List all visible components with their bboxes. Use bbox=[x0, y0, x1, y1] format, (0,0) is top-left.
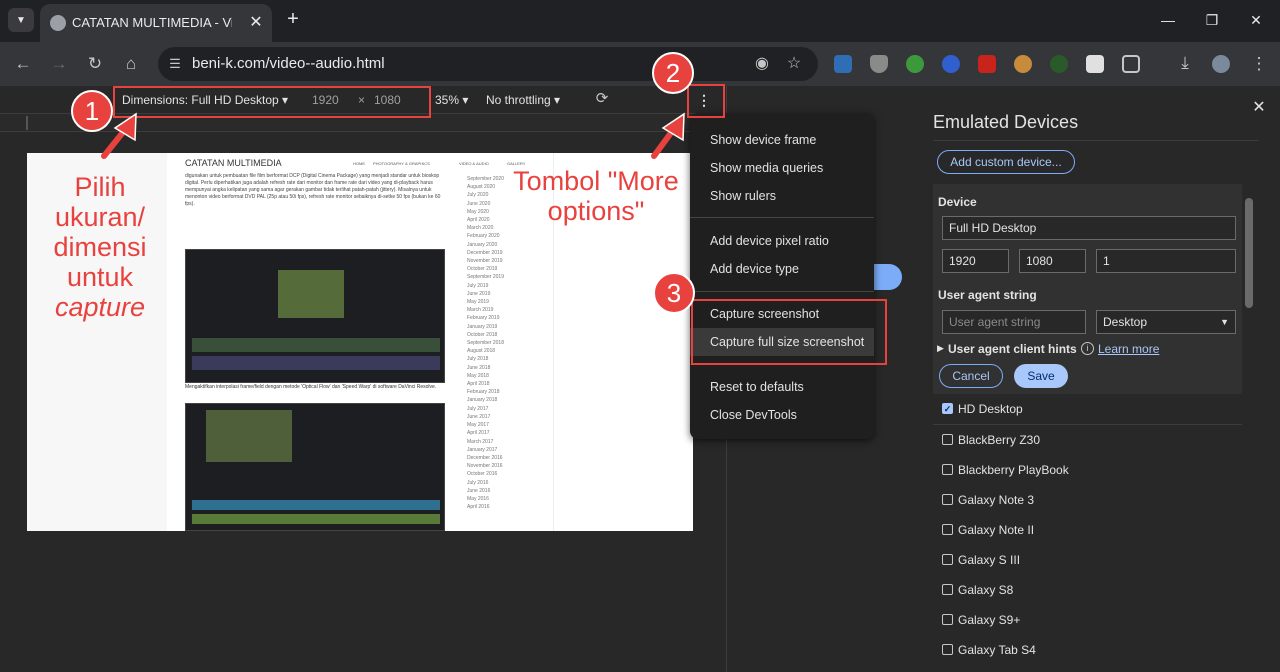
annotation-text-2: Tombol "More options" bbox=[500, 166, 692, 226]
annotation-text-1: Pilih ukuran/ dimensi untuk capture bbox=[25, 172, 175, 322]
annotation-line: Pilih bbox=[74, 172, 126, 202]
annotation-line: Tombol "More bbox=[513, 166, 679, 196]
annotation-line: dimensi bbox=[53, 232, 147, 262]
annotation-arrows bbox=[101, 112, 685, 159]
annotation-line: options" bbox=[547, 196, 645, 226]
annotation-line: ukuran/ bbox=[54, 202, 146, 232]
annotation-line: capture bbox=[54, 292, 146, 322]
annotation-line: untuk bbox=[66, 262, 134, 292]
